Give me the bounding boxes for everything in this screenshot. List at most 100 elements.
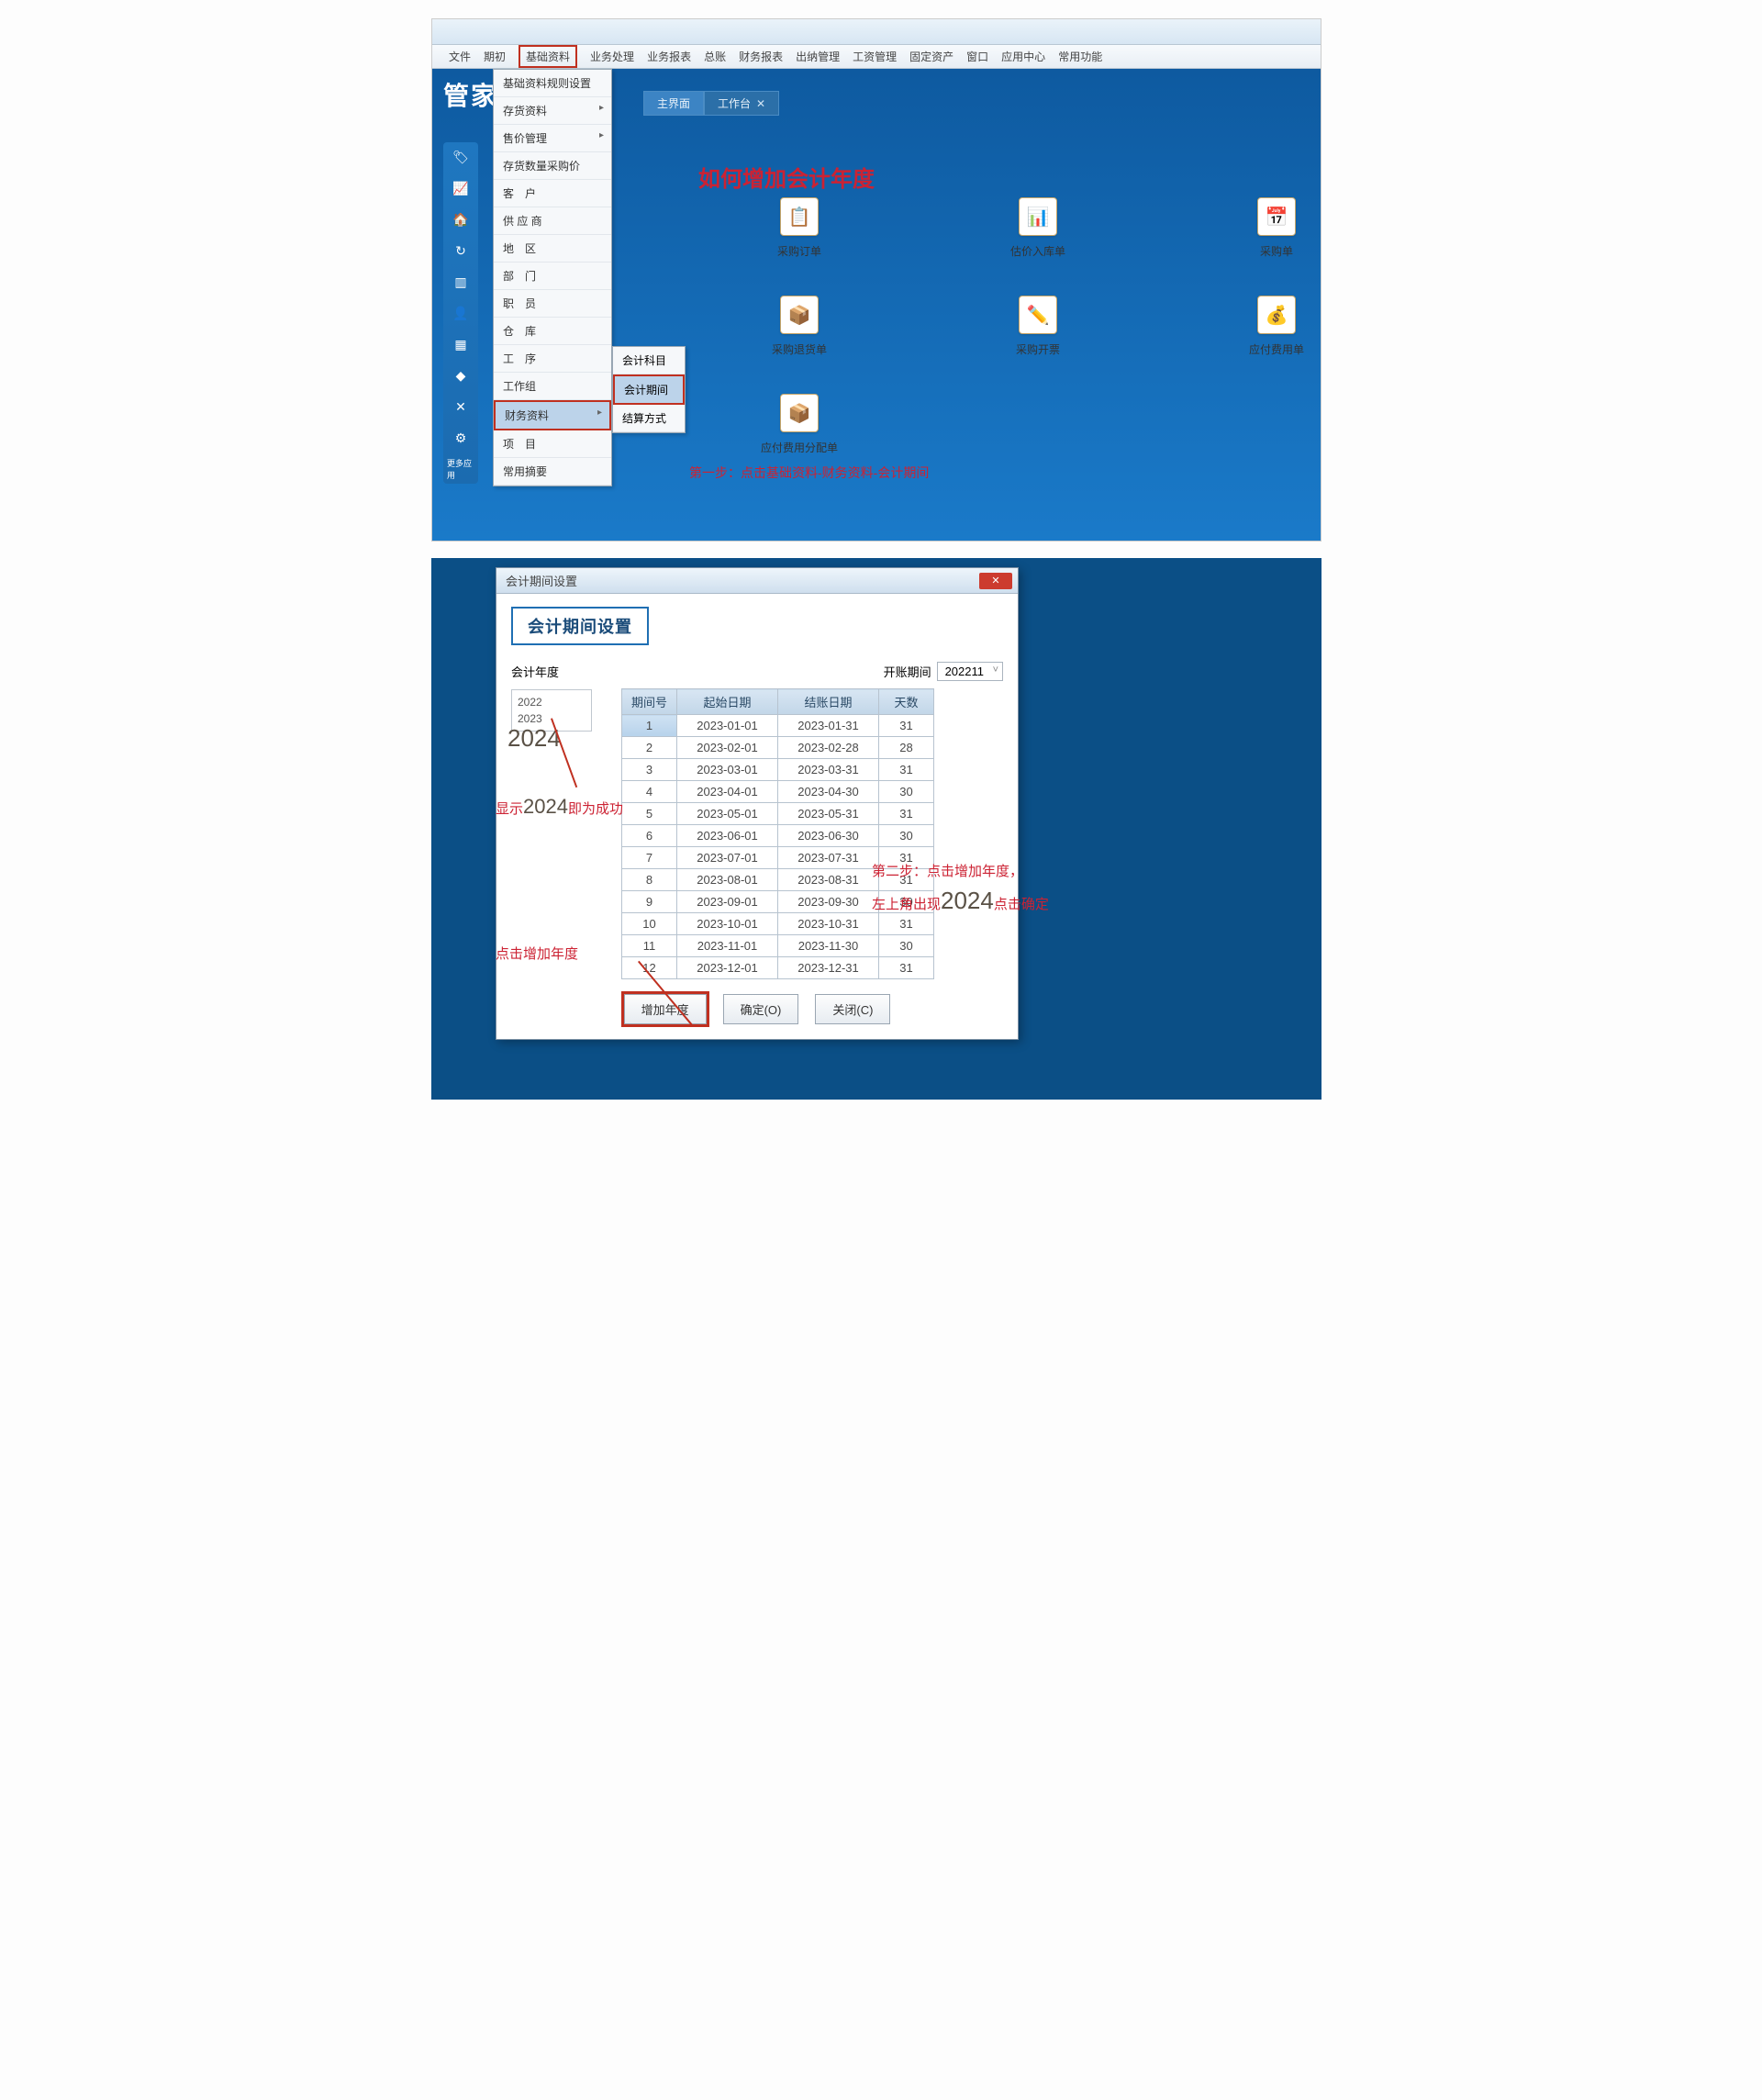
annotation-success-text: 即为成功 (568, 801, 623, 817)
menubar-item[interactable]: 出纳管理 (796, 49, 840, 64)
table-row[interactable]: 122023-12-012023-12-3131 (622, 957, 934, 979)
close-button[interactable]: 关闭(C) (815, 994, 890, 1024)
table-row[interactable]: 112023-11-012023-11-3030 (622, 935, 934, 957)
sidebar-icon[interactable]: ✕ (453, 399, 468, 414)
tab-close-icon[interactable]: ✕ (756, 97, 765, 110)
table-cell: 2023-04-01 (677, 781, 778, 803)
submenu-item[interactable]: 结算方式 (613, 405, 685, 432)
close-icon[interactable]: ✕ (979, 573, 1012, 589)
table-cell: 2023-04-30 (778, 781, 879, 803)
table-cell: 2023-02-01 (677, 737, 778, 759)
table-cell: 31 (879, 913, 934, 935)
dropdown-item[interactable]: 常用摘要 (494, 458, 611, 486)
table-cell: 2023-11-30 (778, 935, 879, 957)
table-row[interactable]: 12023-01-012023-01-3131 (622, 715, 934, 737)
submenu-item[interactable]: 会计期间 (613, 374, 685, 405)
menubar-item[interactable]: 固定资产 (909, 49, 953, 64)
table-row[interactable]: 32023-03-012023-03-3131 (622, 759, 934, 781)
sidebar-icon[interactable]: 👤 (453, 306, 468, 320)
menubar-item[interactable]: 工资管理 (853, 49, 897, 64)
table-header: 起始日期 (677, 689, 778, 715)
table-cell: 9 (622, 891, 677, 913)
menubar-item[interactable]: 文件 (449, 49, 471, 64)
dialog-titlebar[interactable]: 会计期间设置 ✕ (496, 568, 1018, 594)
menubar-item[interactable]: 期初 (484, 49, 506, 64)
dropdown-item[interactable]: 存货数量采购价 (494, 152, 611, 180)
dashboard-tile[interactable]: 📊估价入库单 (955, 197, 1121, 259)
dashboard-tile[interactable]: 📋采购订单 (717, 197, 882, 259)
dropdown-item[interactable]: 售价管理 (494, 125, 611, 152)
sidebar-icon[interactable]: 🏠 (453, 212, 468, 227)
sidebar-icon[interactable]: ◆ (453, 368, 468, 383)
table-cell: 31 (879, 715, 934, 737)
dropdown-item[interactable]: 财务资料 (494, 400, 611, 430)
menubar-item[interactable]: 总账 (704, 49, 726, 64)
table-row[interactable]: 102023-10-012023-10-3131 (622, 913, 934, 935)
table-row[interactable]: 52023-05-012023-05-3131 (622, 803, 934, 825)
dropdown-item[interactable]: 项 目 (494, 430, 611, 458)
workspace-tab[interactable]: 主界面 (643, 91, 704, 116)
sidebar-icon[interactable]: ⚙ (453, 430, 468, 445)
dashboard-tile[interactable]: ✏️采购开票 (955, 296, 1121, 357)
table-row[interactable]: 42023-04-012023-04-3030 (622, 781, 934, 803)
menubar-item[interactable]: 财务报表 (739, 49, 783, 64)
dropdown-item[interactable]: 客 户 (494, 180, 611, 207)
tile-icon: ✏️ (1019, 296, 1057, 334)
dropdown-item[interactable]: 仓 库 (494, 318, 611, 345)
dropdown-item[interactable]: 工 序 (494, 345, 611, 373)
menubar-item[interactable]: 基础资料 (519, 45, 577, 68)
annotation-click-add: 点击增加年度 (496, 944, 578, 963)
dashboard-tile[interactable]: 📦采购退货单 (717, 296, 882, 357)
menubar-item[interactable]: 业务处理 (590, 49, 634, 64)
dropdown-item[interactable]: 基础资料规则设置 (494, 70, 611, 97)
menubar-item[interactable]: 业务报表 (647, 49, 691, 64)
table-cell: 6 (622, 825, 677, 847)
menubar-item[interactable]: 窗口 (966, 49, 988, 64)
open-period-select[interactable]: 202211 (937, 662, 1003, 681)
sidebar-icon[interactable]: ↻ (453, 243, 468, 258)
table-cell: 10 (622, 913, 677, 935)
dropdown-item[interactable]: 职 员 (494, 290, 611, 318)
annotation-step2-left: 左上角出现 (872, 897, 941, 912)
screenshot-dialog: 会计期间设置 ✕ 会计期间设置 会计年度 开账期间 202211 2022202… (431, 558, 1322, 1100)
dashboard-tile[interactable]: 📅采购单 (1194, 197, 1322, 259)
dropdown-item[interactable]: 地 区 (494, 235, 611, 262)
dashboard-tile[interactable]: 💰应付费用单 (1194, 296, 1322, 357)
table-cell: 2023-02-28 (778, 737, 879, 759)
dropdown-item[interactable]: 工作组 (494, 373, 611, 400)
menubar-item[interactable]: 应用中心 (1001, 49, 1045, 64)
table-cell: 2023-05-31 (778, 803, 879, 825)
submenu-item[interactable]: 会计科目 (613, 347, 685, 374)
table-cell: 3 (622, 759, 677, 781)
add-year-button[interactable]: 增加年度 (624, 994, 707, 1024)
tutorial-title: 如何增加会计年度 (698, 161, 875, 193)
table-cell: 2023-12-31 (778, 957, 879, 979)
table-cell: 2023-08-31 (778, 869, 879, 891)
app-body: 管家婆 🏷 📈 🏠 ↻ ▥ 👤 ▦ ◆ ✕ ⚙ 更多应用 主界面工作台✕ 基础资… (432, 69, 1321, 541)
menubar-item[interactable]: 常用功能 (1058, 49, 1102, 64)
workspace-tab[interactable]: 工作台✕ (704, 91, 779, 116)
sidebar-icon[interactable]: 🏷 (453, 150, 468, 164)
dropdown-item[interactable]: 供 应 商 (494, 207, 611, 235)
ok-button[interactable]: 确定(O) (723, 994, 799, 1024)
table-cell: 2023-08-01 (677, 869, 778, 891)
sidebar-icon[interactable]: ▦ (453, 337, 468, 352)
table-cell: 30 (879, 935, 934, 957)
sidebar-icon[interactable]: ▥ (453, 274, 468, 289)
dashboard-tiles: 📋采购订单📊估价入库单📅采购单📦采购退货单✏️采购开票💰应付费用单📦应付费用分配… (717, 197, 1284, 455)
dropdown-item[interactable]: 存货资料 (494, 97, 611, 125)
table-cell: 30 (879, 781, 934, 803)
table-cell: 31 (879, 759, 934, 781)
annotation-2024-text: 2024 (523, 795, 568, 818)
sidebar-icon[interactable]: 📈 (453, 181, 468, 195)
table-row[interactable]: 62023-06-012023-06-3030 (622, 825, 934, 847)
year-item[interactable]: 2022 (518, 694, 585, 710)
table-row[interactable]: 22023-02-012023-02-2828 (622, 737, 934, 759)
sidebar-more-icon[interactable]: 更多应用 (447, 462, 474, 476)
table-cell: 4 (622, 781, 677, 803)
table-cell: 2023-07-31 (778, 847, 879, 869)
table-cell: 2 (622, 737, 677, 759)
table-header: 结账日期 (778, 689, 879, 715)
dropdown-item[interactable]: 部 门 (494, 262, 611, 290)
dashboard-tile[interactable]: 📦应付费用分配单 (717, 394, 882, 455)
